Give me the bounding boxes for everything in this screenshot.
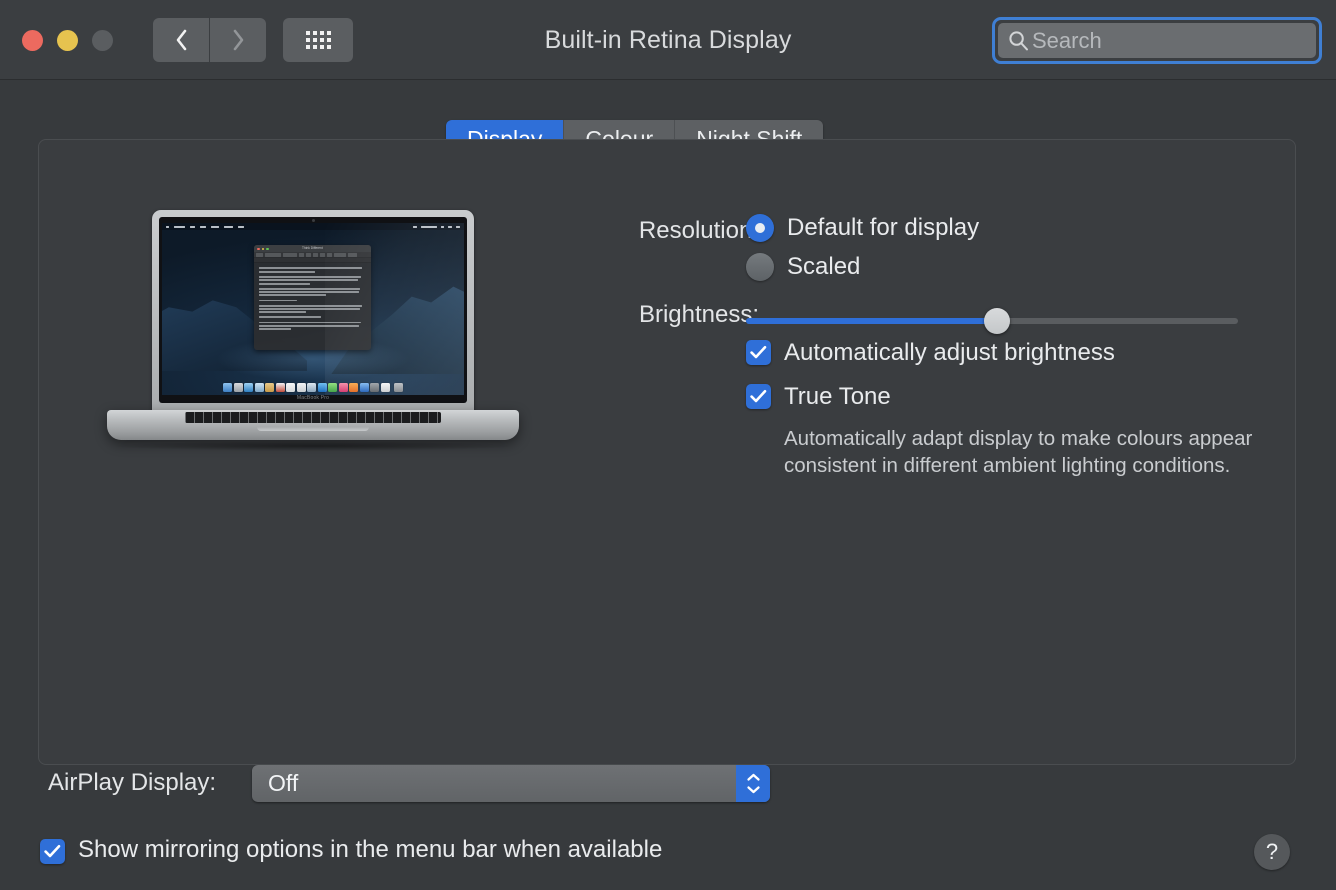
macbook-screen-wallpaper: Think Different [162,223,464,395]
search-icon [1009,31,1028,51]
airplay-display-popup[interactable]: Off [252,765,770,802]
checkmark-icon [750,389,767,403]
airplay-display-value: Off [268,770,299,796]
brightness-slider-fill [746,318,997,324]
resolution-option-scaled[interactable]: Scaled [746,253,860,281]
brightness-slider-thumb[interactable] [983,308,1010,334]
preview-textedit-text [254,263,371,337]
preview-textedit-window: Think Different [254,245,371,351]
radio-default-for-display-label: Default for display [787,214,980,241]
airplay-display-stepper[interactable] [736,765,770,802]
window-titlebar: Built-in Retina Display Search [0,0,1336,80]
chevron-up-icon [746,773,760,781]
auto-adjust-brightness-row[interactable]: Automatically adjust brightness [746,338,1115,367]
webcam-icon [311,219,315,222]
resolution-option-default[interactable]: Default for display [746,214,979,242]
show-mirroring-options-row[interactable]: Show mirroring options in the menu bar w… [40,836,662,864]
radio-default-for-display[interactable] [746,214,774,242]
true-tone-checkbox[interactable] [746,384,771,409]
radio-scaled[interactable] [746,253,774,281]
show-mirroring-options-checkbox[interactable] [40,838,65,864]
help-button[interactable]: ? [1254,834,1290,870]
true-tone-row[interactable]: True Tone [746,382,891,411]
system-preferences-window: Built-in Retina Display Search Display C… [0,0,1336,890]
macbook-drop-shadow [115,441,511,451]
search-field[interactable]: Search [998,23,1316,58]
preview-textedit-titlebar: Think Different [254,245,371,253]
preview-menubar [162,223,464,230]
search-input-placeholder[interactable]: Search [1032,28,1102,54]
macbook-lid: Think Different MacBook Pro [152,210,474,416]
brightness-label: Brightness: [638,301,759,328]
resolution-label: Resolution: [638,217,759,244]
display-settings-panel: Think Different MacBook Pro Resolution: … [38,139,1296,765]
macbook-bezel: Think Different MacBook Pro [159,217,467,403]
preview-menubar-menus [166,225,244,228]
auto-adjust-brightness-checkbox[interactable] [746,340,771,365]
macbook-brand-label: MacBook Pro [296,395,330,401]
brightness-slider[interactable] [746,308,1238,334]
airplay-display-label: AirPlay Display: [48,769,217,796]
preview-textedit-title: Think Different [302,246,323,251]
true-tone-label: True Tone [784,383,891,410]
auto-adjust-brightness-label: Automatically adjust brightness [784,339,1115,366]
checkmark-icon [750,345,767,359]
radio-scaled-label: Scaled [787,253,861,280]
preview-menubar-status-items [413,225,460,228]
macbook-trackpad-notch [257,427,369,431]
true-tone-description: Automatically adapt display to make colo… [784,427,1253,477]
show-mirroring-options-label: Show mirroring options in the menu bar w… [78,836,663,863]
checkmark-icon [44,844,61,857]
macbook-preview-image: Think Different MacBook Pro [107,210,519,460]
search-field-wrapper[interactable]: Search [992,17,1322,64]
macbook-keyboard [185,412,441,423]
preview-dock [221,382,405,393]
chevron-down-icon [746,786,760,794]
